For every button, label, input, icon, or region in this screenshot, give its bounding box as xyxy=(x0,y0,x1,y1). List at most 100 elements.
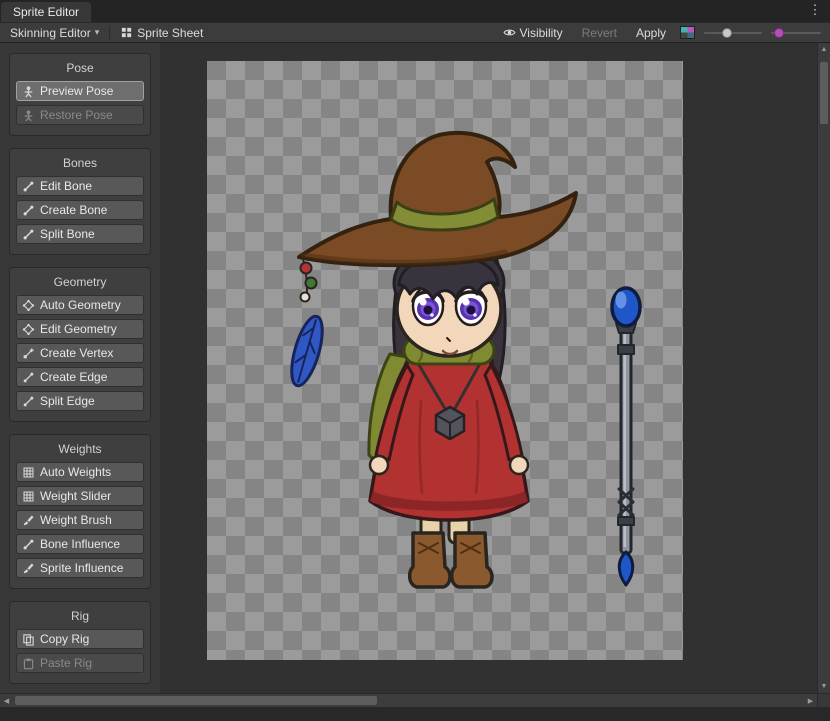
button-label: Preview Pose xyxy=(40,84,113,98)
skinning-editor-dropdown[interactable]: Skinning Editor ▾ xyxy=(5,24,104,41)
create-edge-icon xyxy=(22,371,35,384)
button-label: Create Bone xyxy=(40,203,107,217)
horizontal-scrollbar[interactable]: ◀ ▶ xyxy=(0,693,830,707)
horizontal-scroll-thumb[interactable] xyxy=(15,696,377,705)
group-title-geometry: Geometry xyxy=(16,275,144,289)
visibility-label: Visibility xyxy=(520,26,563,40)
eye-icon xyxy=(503,26,516,39)
group-weights: Weights Auto Weights Weight Slider Weigh… xyxy=(9,434,151,589)
vertical-scroll-track[interactable] xyxy=(818,56,830,680)
auto-weights-button[interactable]: Auto Weights xyxy=(16,462,144,482)
sprite-sheet-label: Sprite Sheet xyxy=(137,26,203,40)
button-label: Split Edge xyxy=(40,394,95,408)
button-label: Paste Rig xyxy=(40,656,92,670)
tool-panel: Pose Preview Pose Restore Pose Bones Edi… xyxy=(0,43,160,693)
button-label: Create Edge xyxy=(40,370,107,384)
window-tab-strip: Sprite Editor ⋮ xyxy=(0,0,830,22)
sprite-influence-icon xyxy=(22,562,35,575)
overlay-color-swatch[interactable] xyxy=(680,26,695,39)
edit-geometry-icon xyxy=(22,323,35,336)
slider-track xyxy=(704,32,762,34)
group-bones: Bones Edit Bone Create Bone Split Bone xyxy=(9,148,151,255)
staff-gem-top xyxy=(612,288,640,326)
weight-brush-icon xyxy=(22,514,35,527)
button-label: Edit Bone xyxy=(40,179,92,193)
window-menu-icon[interactable]: ⋮ xyxy=(808,2,822,18)
amulet-pendant xyxy=(436,407,464,439)
preview-pose-button[interactable]: Preview Pose xyxy=(16,81,144,101)
restore-pose-icon xyxy=(22,109,35,122)
edit-bone-button[interactable]: Edit Bone xyxy=(16,176,144,196)
bone-influence-button[interactable]: Bone Influence xyxy=(16,534,144,554)
staff-sprite[interactable] xyxy=(612,288,640,585)
button-label: Weight Slider xyxy=(40,489,111,503)
group-geometry: Geometry Auto Geometry Edit Geometry Cre… xyxy=(9,267,151,422)
create-bone-icon xyxy=(22,204,35,217)
button-label: Split Bone xyxy=(40,227,95,241)
button-label: Create Vertex xyxy=(40,346,113,360)
paste-rig-icon xyxy=(22,657,35,670)
vertical-scroll-thumb[interactable] xyxy=(820,62,828,124)
weight-slider-icon xyxy=(22,490,35,503)
split-edge-button[interactable]: Split Edge xyxy=(16,391,144,411)
tab-sprite-editor[interactable]: Sprite Editor xyxy=(1,2,91,22)
scroll-down-arrow[interactable]: ▼ xyxy=(818,680,830,693)
group-title-weights: Weights xyxy=(16,442,144,456)
horizontal-scroll-track[interactable] xyxy=(13,694,804,707)
revert-label: Revert xyxy=(582,26,617,40)
toolbar-divider xyxy=(109,26,110,40)
sprite-canvas[interactable] xyxy=(160,43,817,693)
apply-button[interactable]: Apply xyxy=(631,24,671,41)
copy-rig-button[interactable]: Copy Rig xyxy=(16,629,144,649)
hat-charm-feather xyxy=(286,313,329,389)
scroll-right-arrow[interactable]: ▶ xyxy=(804,694,817,707)
create-edge-button[interactable]: Create Edge xyxy=(16,367,144,387)
slider-knob[interactable] xyxy=(774,28,784,38)
split-bone-icon xyxy=(22,228,35,241)
scroll-up-arrow[interactable]: ▲ xyxy=(818,43,830,56)
copy-rig-icon xyxy=(22,633,35,646)
group-rig: Rig Copy Rig Paste Rig xyxy=(9,601,151,684)
split-edge-icon xyxy=(22,395,35,408)
bone-influence-icon xyxy=(22,538,35,551)
slider-knob[interactable] xyxy=(722,28,732,38)
chevron-down-icon: ▾ xyxy=(95,27,100,38)
overlay-opacity-slider[interactable] xyxy=(704,27,762,39)
sprite-influence-button[interactable]: Sprite Influence xyxy=(16,558,144,578)
group-title-bones: Bones xyxy=(16,156,144,170)
restore-pose-button: Restore Pose xyxy=(16,105,144,125)
paste-rig-button: Paste Rig xyxy=(16,653,144,673)
bone-opacity-slider[interactable] xyxy=(771,27,821,39)
visibility-button[interactable]: Visibility xyxy=(498,24,568,41)
button-label: Bone Influence xyxy=(40,537,120,551)
group-title-pose: Pose xyxy=(16,61,144,75)
toolbar: Skinning Editor ▾ Sprite Sheet Visibilit… xyxy=(0,22,830,43)
group-title-rig: Rig xyxy=(16,609,144,623)
hat-charm-beads xyxy=(301,259,317,302)
button-label: Weight Brush xyxy=(40,513,112,527)
button-label: Restore Pose xyxy=(40,108,113,122)
button-label: Auto Weights xyxy=(40,465,111,479)
split-bone-button[interactable]: Split Bone xyxy=(16,224,144,244)
toolbar-right: Visibility Revert Apply xyxy=(498,24,826,41)
edit-geometry-button[interactable]: Edit Geometry xyxy=(16,319,144,339)
weight-slider-button[interactable]: Weight Slider xyxy=(16,486,144,506)
group-pose: Pose Preview Pose Restore Pose xyxy=(9,53,151,136)
sprite-sheet-icon xyxy=(120,26,133,39)
create-vertex-button[interactable]: Create Vertex xyxy=(16,343,144,363)
weight-brush-button[interactable]: Weight Brush xyxy=(16,510,144,530)
scroll-left-arrow[interactable]: ◀ xyxy=(0,694,13,707)
apply-label: Apply xyxy=(636,26,666,40)
vertical-scrollbar[interactable]: ▲ ▼ xyxy=(817,43,830,693)
edit-bone-icon xyxy=(22,180,35,193)
auto-geometry-icon xyxy=(22,299,35,312)
auto-weights-icon xyxy=(22,466,35,479)
create-bone-button[interactable]: Create Bone xyxy=(16,200,144,220)
tab-title: Sprite Editor xyxy=(13,5,79,19)
auto-geometry-button[interactable]: Auto Geometry xyxy=(16,295,144,315)
staff-gem-bottom xyxy=(619,552,633,585)
sprite-sheet-button[interactable]: Sprite Sheet xyxy=(115,24,208,41)
character-sprite[interactable] xyxy=(207,61,683,660)
button-label: Edit Geometry xyxy=(40,322,117,336)
window-bottom-strip xyxy=(0,707,830,721)
